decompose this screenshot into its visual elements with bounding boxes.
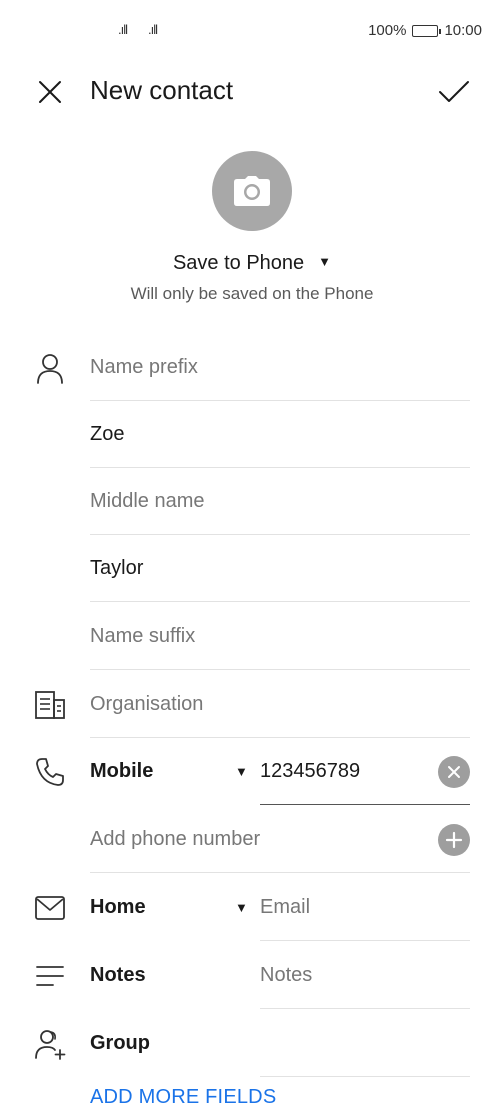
notes-row: Notes Notes: [0, 942, 504, 1009]
caret-down-icon[interactable]: ▼: [235, 874, 248, 941]
middle-name-row: Middle name: [0, 468, 504, 535]
check-icon: [439, 81, 469, 102]
camera-icon: [234, 176, 270, 206]
email-input[interactable]: Email: [260, 874, 470, 941]
add-phone-button[interactable]: [438, 824, 470, 856]
page-title: New contact: [90, 75, 234, 105]
status-right: 100% 10:00: [368, 22, 482, 39]
group-add-icon: [34, 1028, 66, 1060]
group-value[interactable]: [260, 1010, 470, 1077]
organisation-row: Organisation: [0, 671, 504, 738]
email-type-selector[interactable]: Home: [90, 874, 146, 941]
organisation-input[interactable]: Organisation: [90, 671, 470, 738]
name-prefix-input[interactable]: Name prefix: [90, 334, 470, 401]
caret-down-icon[interactable]: ▼: [235, 738, 248, 805]
middle-name-input[interactable]: Middle name: [90, 468, 470, 535]
title-bar: New contact: [0, 62, 504, 120]
mail-icon: [34, 892, 66, 924]
last-name-row: Taylor: [0, 535, 504, 602]
caret-down-icon: ▼: [318, 254, 332, 269]
contact-photo-button[interactable]: [212, 151, 292, 231]
confirm-button[interactable]: [434, 72, 474, 112]
status-bar: .ıll .ıll 100% 10:00: [0, 0, 504, 62]
save-location-label: Save to Phone: [172, 252, 305, 274]
signal-strength-icon-2: .ıll: [148, 22, 158, 37]
email-row: Home ▼ Email: [0, 874, 504, 941]
person-icon: [34, 352, 66, 384]
phone-type-selector[interactable]: Mobile: [90, 738, 153, 805]
clear-button[interactable]: [438, 756, 470, 788]
last-name-input[interactable]: Taylor: [90, 535, 470, 602]
notes-icon: [34, 960, 66, 992]
name-suffix-input[interactable]: Name suffix: [90, 603, 470, 670]
clear-icon: [448, 766, 460, 778]
close-icon: [39, 81, 61, 103]
group-label: Group: [90, 1032, 150, 1054]
organisation-icon: [34, 689, 66, 721]
plus-icon: [445, 831, 463, 849]
add-more-fields-button[interactable]: ADD MORE FIELDS: [90, 1086, 276, 1109]
first-name-row: Zoe: [0, 401, 504, 468]
save-location-selector[interactable]: Save to Phone ▼: [0, 252, 504, 275]
battery-percentage: 100%: [368, 22, 407, 39]
battery-icon: [412, 24, 442, 37]
first-name-input[interactable]: Zoe: [90, 401, 470, 468]
save-location-subtitle: Will only be saved on the Phone: [130, 284, 374, 303]
phone-icon: [34, 756, 66, 788]
phone-row: Mobile ▼ 123456789: [0, 738, 504, 805]
signal-strength-icon: .ıll: [118, 22, 128, 37]
notes-input[interactable]: Notes: [260, 942, 470, 1009]
name-prefix-row: Name prefix: [0, 334, 504, 401]
close-button[interactable]: [30, 72, 70, 112]
group-row[interactable]: Group: [0, 1010, 504, 1077]
add-phone-input[interactable]: Add phone number: [90, 806, 470, 873]
add-phone-row: Add phone number: [0, 806, 504, 873]
clock: 10:00: [444, 22, 482, 39]
notes-label: Notes: [90, 964, 146, 986]
name-suffix-row: Name suffix: [0, 603, 504, 670]
